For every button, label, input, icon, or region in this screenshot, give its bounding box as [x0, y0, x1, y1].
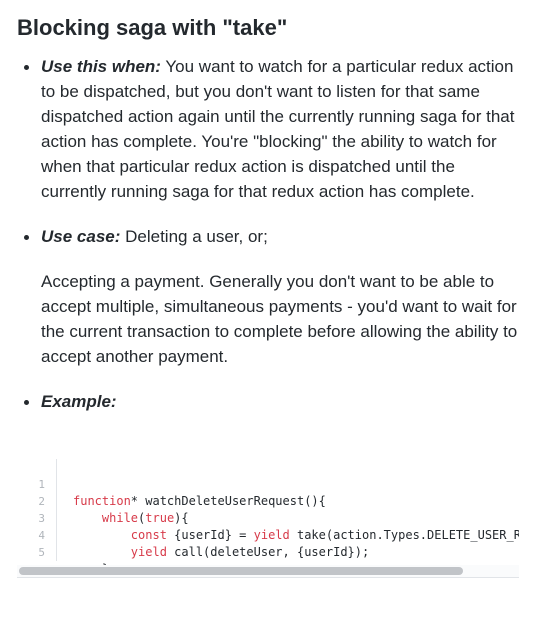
item-lead: Use case:	[41, 227, 121, 246]
scrollbar-thumb[interactable]	[19, 567, 463, 575]
code-line: 1 function* watchDeleteUserRequest(){	[17, 459, 519, 508]
code-line: 2 while(true){	[17, 476, 519, 525]
code-block[interactable]: 1 function* watchDeleteUserRequest(){ 2 …	[17, 455, 519, 578]
code-line: 3 const {userId} = yield take(action.Typ…	[17, 493, 519, 542]
list-item-example: Example:	[17, 389, 519, 414]
bullet-list: Use this when: You want to watch for a p…	[17, 54, 519, 414]
item-lead: Example:	[41, 392, 117, 411]
document-section: Blocking saga with "take" Use this when:…	[17, 14, 519, 434]
list-item-use-case: Use case: Deleting a user, or; Accepting…	[17, 224, 519, 369]
item-text: Deleting a user, or;	[120, 227, 268, 246]
code-line: 4 yield call(deleteUser, {userId});	[17, 510, 519, 559]
list-item-use-when: Use this when: You want to watch for a p…	[17, 54, 519, 204]
horizontal-scrollbar[interactable]	[17, 565, 519, 577]
section-heading: Blocking saga with "take"	[17, 15, 288, 40]
item-text: You want to watch for a particular redux…	[41, 57, 515, 201]
bullet-icon	[24, 400, 29, 405]
item-lead: Use this when:	[41, 57, 161, 76]
bullet-icon	[24, 65, 29, 70]
item-paragraph: Accepting a payment. Generally you don't…	[41, 272, 518, 366]
code-line: 5 }	[17, 527, 519, 576]
bullet-icon	[24, 235, 29, 240]
code-lines: 1 function* watchDeleteUserRequest(){ 2 …	[17, 459, 519, 576]
code-line: 6 }	[17, 544, 519, 576]
